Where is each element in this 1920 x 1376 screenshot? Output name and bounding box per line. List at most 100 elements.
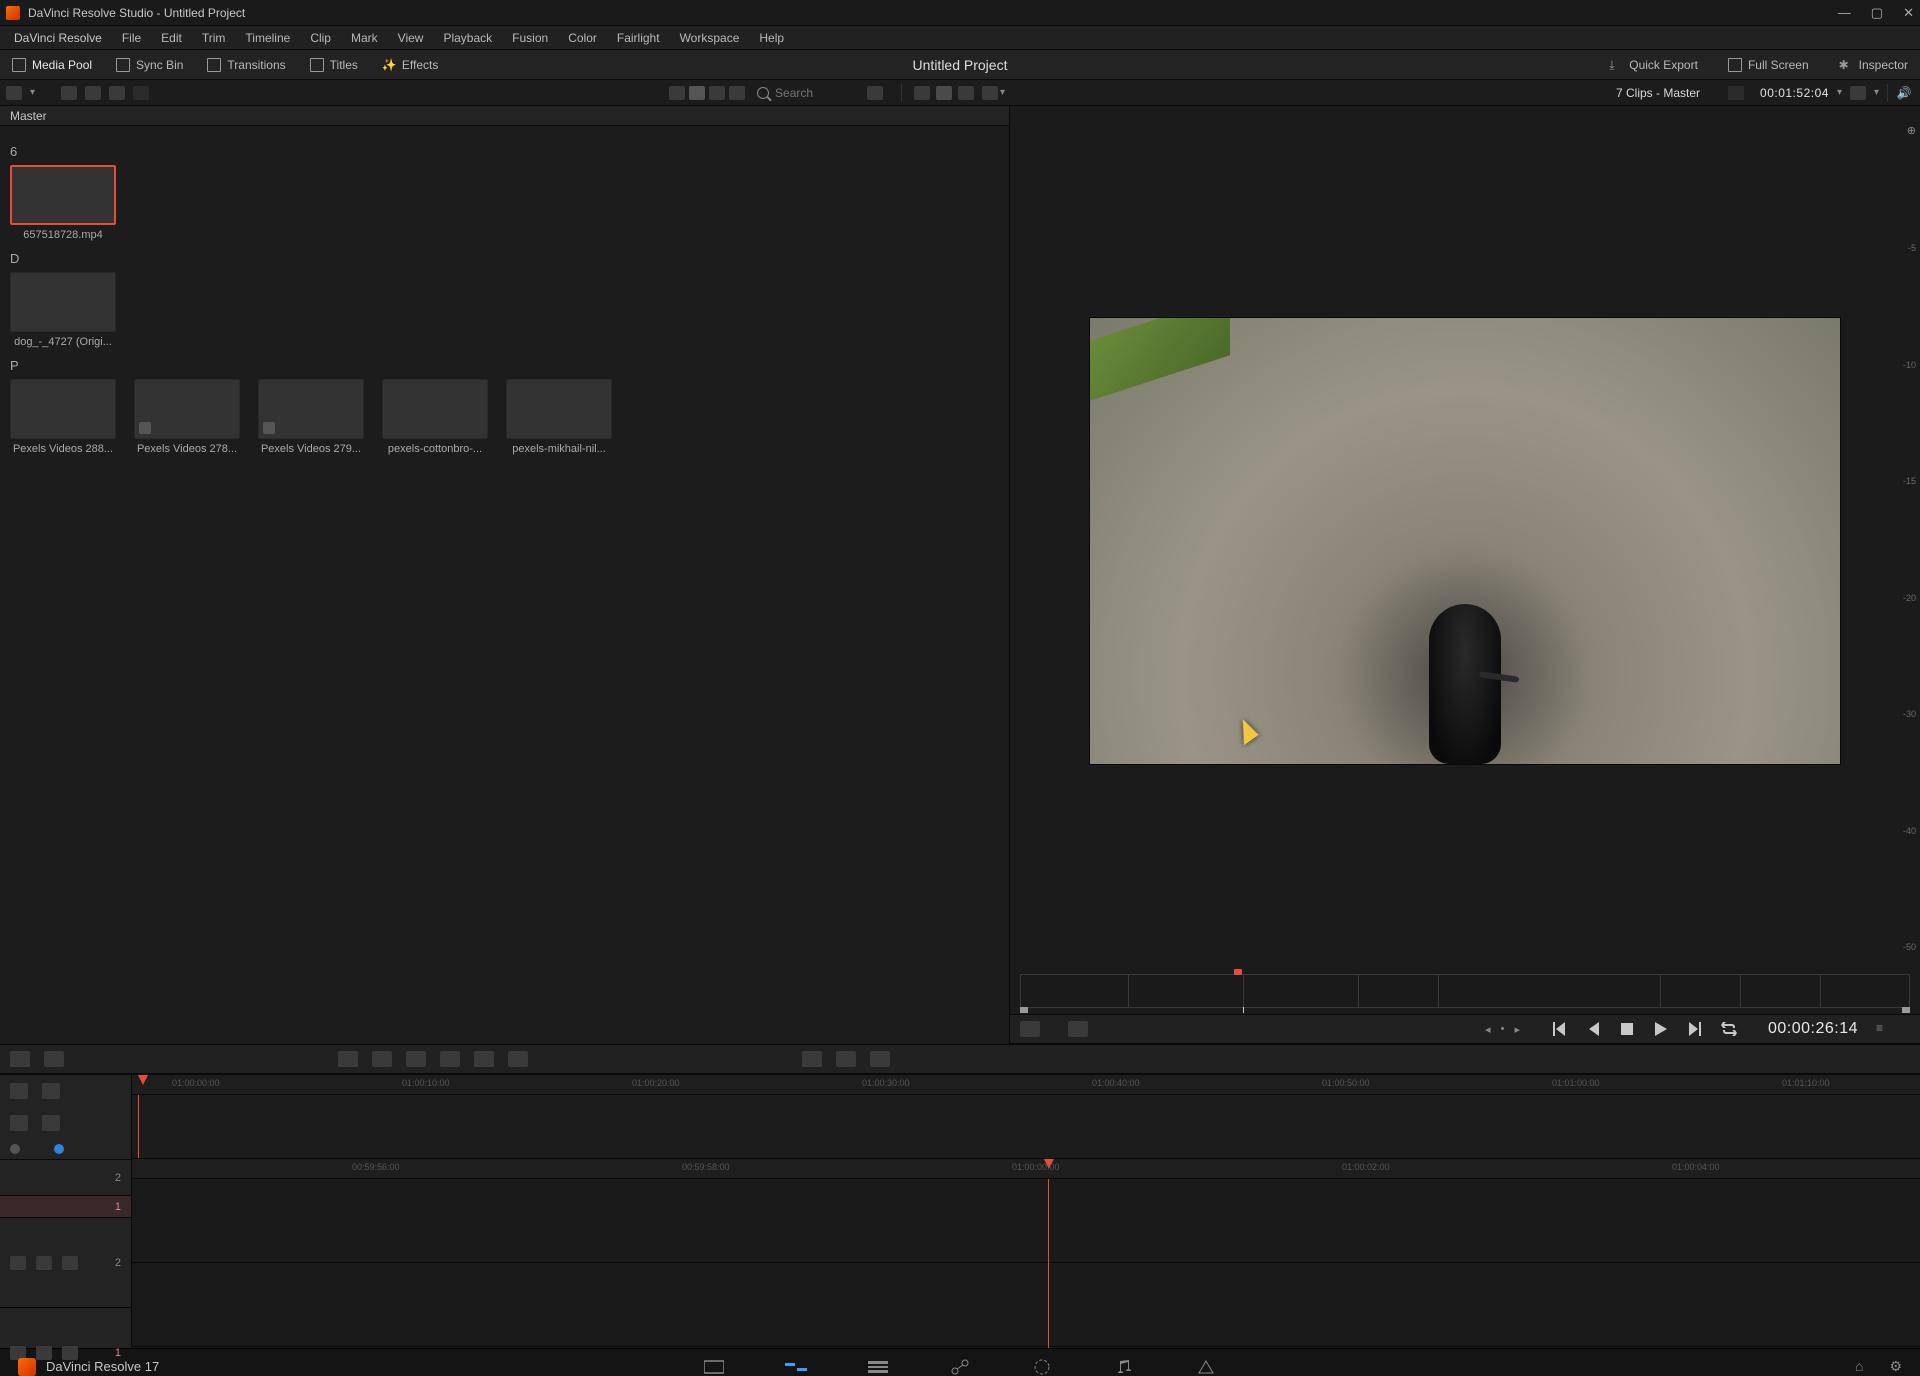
- bypass-icon[interactable]: [1850, 86, 1866, 100]
- media-page-icon[interactable]: [703, 1358, 725, 1376]
- refresh-icon[interactable]: [109, 86, 125, 100]
- chevron-down-icon[interactable]: ▾: [1837, 87, 1842, 98]
- video-track-head[interactable]: 2: [0, 1159, 131, 1195]
- tool-a-icon[interactable]: [802, 1051, 822, 1067]
- chevron-down-icon[interactable]: ▾: [30, 87, 35, 98]
- search-input[interactable]: [775, 86, 855, 100]
- clip-item[interactable]: Pexels Videos 279...: [258, 379, 364, 455]
- full-screen-button[interactable]: Full Screen: [1724, 56, 1813, 74]
- audio-track-head[interactable]: 2: [0, 1217, 131, 1307]
- tool-b-icon[interactable]: [836, 1051, 856, 1067]
- step-back-button[interactable]: [1584, 1022, 1602, 1036]
- viewer-mode-a-icon[interactable]: [914, 86, 930, 100]
- clip-item[interactable]: 657518728.mp4: [10, 165, 116, 241]
- import-media-icon[interactable]: [61, 86, 77, 100]
- list-view-icon[interactable]: [729, 86, 745, 100]
- edit-page-icon[interactable]: [867, 1358, 889, 1376]
- bin-list-icon[interactable]: [6, 86, 22, 100]
- audio-track[interactable]: [132, 1263, 1920, 1347]
- boring-detector-icon[interactable]: [10, 1051, 30, 1067]
- insert-icon[interactable]: [338, 1051, 358, 1067]
- close-button[interactable]: ✕: [1903, 6, 1914, 19]
- lock-icon[interactable]: [10, 1256, 26, 1270]
- import-folder-icon[interactable]: [85, 86, 101, 100]
- timeline-view-b-icon[interactable]: [42, 1083, 60, 1099]
- menu-clip[interactable]: Clip: [300, 26, 341, 50]
- inspector-toggle[interactable]: ✱Inspector: [1835, 56, 1912, 74]
- menu-timeline[interactable]: Timeline: [235, 26, 300, 50]
- jog-left-icon[interactable]: ◂: [1485, 1023, 1491, 1036]
- stop-button[interactable]: [1618, 1022, 1636, 1036]
- jog-right-icon[interactable]: ▸: [1514, 1023, 1520, 1036]
- overwrite-icon[interactable]: [372, 1051, 392, 1067]
- menu-trim[interactable]: Trim: [192, 26, 236, 50]
- viewer-options-icon[interactable]: [982, 86, 998, 100]
- timeline-body[interactable]: 01:00:00:00 01:00:10:00 01:00:20:00 01:0…: [132, 1075, 1920, 1348]
- chevron-down-icon[interactable]: ▾: [1000, 87, 1005, 98]
- media-pool-toggle[interactable]: Media Pool: [8, 56, 96, 74]
- safe-area-icon[interactable]: [1728, 86, 1744, 100]
- viewer-mode-c-icon[interactable]: [958, 86, 974, 100]
- in-point-marker[interactable]: [1234, 969, 1242, 975]
- source-overwrite-icon[interactable]: [508, 1051, 528, 1067]
- viewer-mode-b-icon[interactable]: [936, 86, 952, 100]
- sort-icon[interactable]: [867, 86, 883, 100]
- append-icon[interactable]: [1068, 1021, 1088, 1037]
- color-page-icon[interactable]: [1031, 1358, 1053, 1376]
- menu-help[interactable]: Help: [749, 26, 794, 50]
- fairlight-page-icon[interactable]: [1113, 1358, 1135, 1376]
- upper-playhead[interactable]: [138, 1075, 148, 1085]
- project-settings-icon[interactable]: ⚙: [1889, 1358, 1902, 1375]
- maximize-button[interactable]: ▢: [1871, 6, 1883, 19]
- fit-to-fill-icon[interactable]: [440, 1051, 460, 1067]
- titles-toggle[interactable]: Titles: [306, 56, 362, 74]
- quick-export-button[interactable]: ⤓Quick Export: [1605, 56, 1702, 74]
- menu-davinci-resolve[interactable]: DaVinci Resolve: [4, 26, 112, 50]
- deliver-page-icon[interactable]: [1195, 1358, 1217, 1376]
- tool-c-icon[interactable]: [870, 1051, 890, 1067]
- minimize-button[interactable]: —: [1838, 6, 1851, 19]
- audio-tracks[interactable]: [132, 1179, 1920, 1348]
- marker-tool-icon[interactable]: [10, 1144, 20, 1154]
- strip-view-icon[interactable]: [709, 86, 725, 100]
- transitions-toggle[interactable]: Transitions: [203, 56, 289, 74]
- mute-icon[interactable]: [36, 1256, 52, 1270]
- timeline-view-a-icon[interactable]: [10, 1083, 28, 1099]
- fusion-page-icon[interactable]: [949, 1358, 971, 1376]
- action-icon[interactable]: [133, 86, 149, 100]
- clip-item[interactable]: pexels-mikhail-nil...: [506, 379, 612, 455]
- menu-color[interactable]: Color: [558, 26, 607, 50]
- place-on-top-icon[interactable]: [474, 1051, 494, 1067]
- flag-icon[interactable]: [30, 1143, 44, 1155]
- go-to-end-button[interactable]: [1686, 1022, 1704, 1036]
- timeline-options-icon[interactable]: ≡: [1876, 1021, 1896, 1037]
- clip-item[interactable]: pexels-cottonbro-...: [382, 379, 488, 455]
- solo-icon[interactable]: [62, 1346, 78, 1360]
- video-track-head[interactable]: 1: [0, 1195, 131, 1217]
- menu-workspace[interactable]: Workspace: [670, 26, 750, 50]
- sync-bin-toggle[interactable]: Sync Bin: [112, 56, 187, 74]
- smart-insert-icon[interactable]: [1020, 1021, 1040, 1037]
- mute-icon[interactable]: [36, 1346, 52, 1360]
- range-handle-right[interactable]: [1902, 1007, 1910, 1013]
- home-icon[interactable]: ⌂: [1855, 1358, 1863, 1375]
- metadata-view-icon[interactable]: [669, 86, 685, 100]
- marker-list-icon[interactable]: [74, 1143, 88, 1155]
- cut-page-icon[interactable]: [785, 1358, 807, 1376]
- range-handle-left[interactable]: [1020, 1007, 1028, 1013]
- effects-toggle[interactable]: ✨Effects: [378, 56, 442, 74]
- clip-item[interactable]: Pexels Videos 278...: [134, 379, 240, 455]
- menu-file[interactable]: File: [112, 26, 151, 50]
- video-tracks[interactable]: [132, 1095, 1920, 1159]
- loop-button[interactable]: [1720, 1022, 1738, 1036]
- menu-edit[interactable]: Edit: [151, 26, 192, 50]
- menu-fairlight[interactable]: Fairlight: [607, 26, 670, 50]
- bin-path[interactable]: Master: [0, 106, 1009, 126]
- timeline-tool-icon[interactable]: [42, 1115, 60, 1131]
- audio-track[interactable]: [132, 1179, 1920, 1263]
- clip-item[interactable]: Pexels Videos 288...: [10, 379, 116, 455]
- menu-view[interactable]: View: [388, 26, 434, 50]
- speaker-icon[interactable]: 🔊: [1896, 86, 1912, 100]
- solo-icon[interactable]: [62, 1256, 78, 1270]
- play-button[interactable]: [1652, 1022, 1670, 1036]
